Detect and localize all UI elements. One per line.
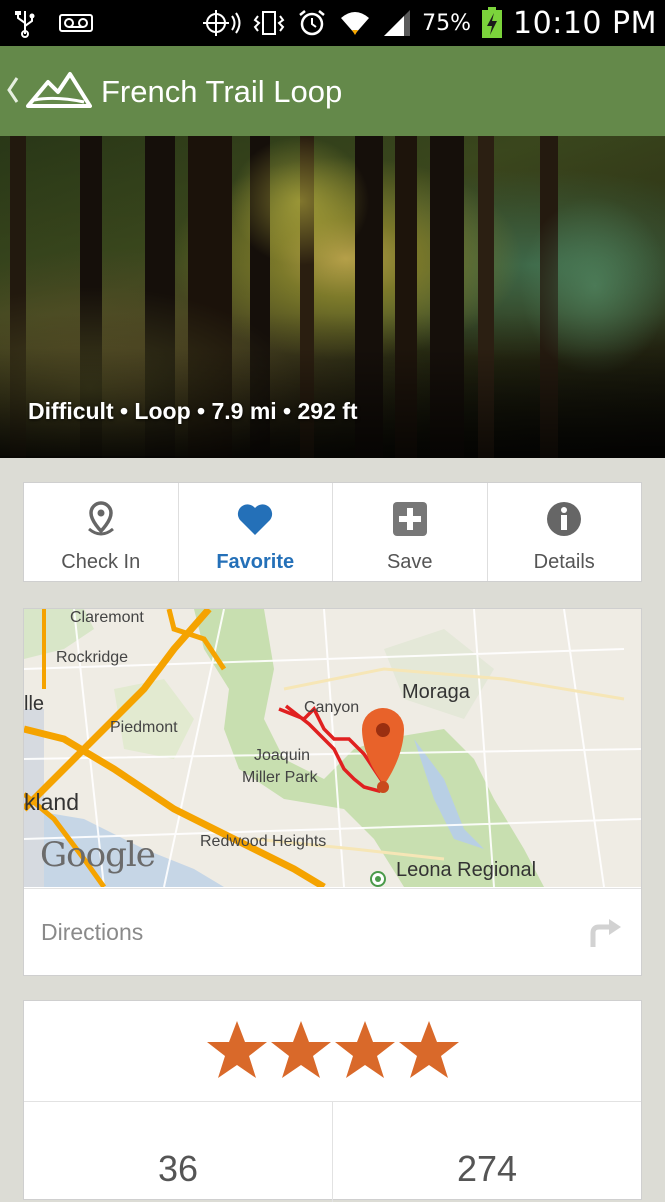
usb-icon [15, 11, 35, 38]
location-pin-icon [81, 499, 121, 539]
turn-right-arrow-icon [590, 919, 621, 947]
rating-card: 36 274 [23, 1000, 642, 1202]
vibrate-icon [253, 11, 285, 35]
stat-value: 36 [157, 1148, 199, 1189]
favorite-label: Favorite [216, 551, 295, 573]
trail-summary: Difficult • Loop • 7.9 mi • 292 ft [28, 398, 358, 424]
star-rating[interactable] [24, 1019, 641, 1085]
stat-cell[interactable]: 274 [333, 1102, 641, 1202]
details-label: Details [533, 551, 595, 573]
star-icon [206, 1021, 267, 1078]
battery-charging-icon [482, 7, 503, 38]
gps-icon [203, 10, 241, 36]
map-card: Claremont Rockridge lle Piedmont Moraga … [23, 608, 642, 976]
map-label-berkeley-fragment: lle [24, 693, 45, 715]
map-label-miller-park: Miller Park [242, 769, 318, 786]
trail-actions: Check In Favorite Save Details [23, 482, 642, 582]
voicemail-icon [59, 14, 93, 32]
save-label: Save [386, 551, 433, 573]
map-label-leona-regional: Leona Regional [396, 859, 537, 881]
check-in-button[interactable]: Check In [24, 483, 179, 581]
map-label-canyon: Canyon [304, 699, 360, 716]
alarm-icon [299, 10, 325, 36]
status-bar: 75% 10:10 PM [0, 0, 665, 46]
directions-label: Directions [41, 919, 144, 945]
page-title: French Trail Loop [101, 74, 343, 109]
check-in-label: Check In [61, 551, 141, 573]
trail-photo: Difficult • Loop • 7.9 mi • 292 ft [0, 136, 665, 458]
wifi-icon [341, 12, 370, 35]
back-chevron-icon[interactable] [6, 74, 20, 106]
clock: 10:10 PM [513, 5, 657, 41]
app-logo-mountain-icon[interactable] [26, 70, 92, 110]
map-label-oakland-fragment: kland [24, 789, 79, 815]
details-button[interactable]: Details [488, 483, 642, 581]
star-icon [270, 1021, 331, 1078]
map-label-joaquin: Joaquin [254, 747, 311, 764]
save-button[interactable]: Save [333, 483, 488, 581]
map-label-piedmont: Piedmont [110, 719, 178, 736]
favorite-button[interactable]: Favorite [179, 483, 333, 581]
stat-cell[interactable]: 36 [24, 1102, 333, 1202]
heart-icon [235, 499, 275, 539]
map-label-moraga: Moraga [402, 681, 470, 703]
directions-button[interactable]: Directions [24, 888, 641, 975]
google-attribution: Google [40, 835, 156, 875]
map-label-claremont: Claremont [70, 609, 144, 626]
trail-map[interactable]: Claremont Rockridge lle Piedmont Moraga … [24, 609, 641, 887]
action-bar: French Trail Loop [0, 46, 665, 136]
star-icon [334, 1021, 395, 1078]
plus-square-icon [390, 499, 430, 539]
map-label-redwood-heights: Redwood Heights [200, 833, 327, 850]
map-label-rockridge: Rockridge [56, 649, 129, 666]
trail-stats: 36 274 [24, 1101, 641, 1202]
info-icon [544, 499, 584, 539]
stat-value: 274 [456, 1148, 518, 1189]
battery-percent: 75% [422, 10, 472, 36]
signal-icon [384, 10, 411, 36]
star-icon [398, 1021, 459, 1078]
